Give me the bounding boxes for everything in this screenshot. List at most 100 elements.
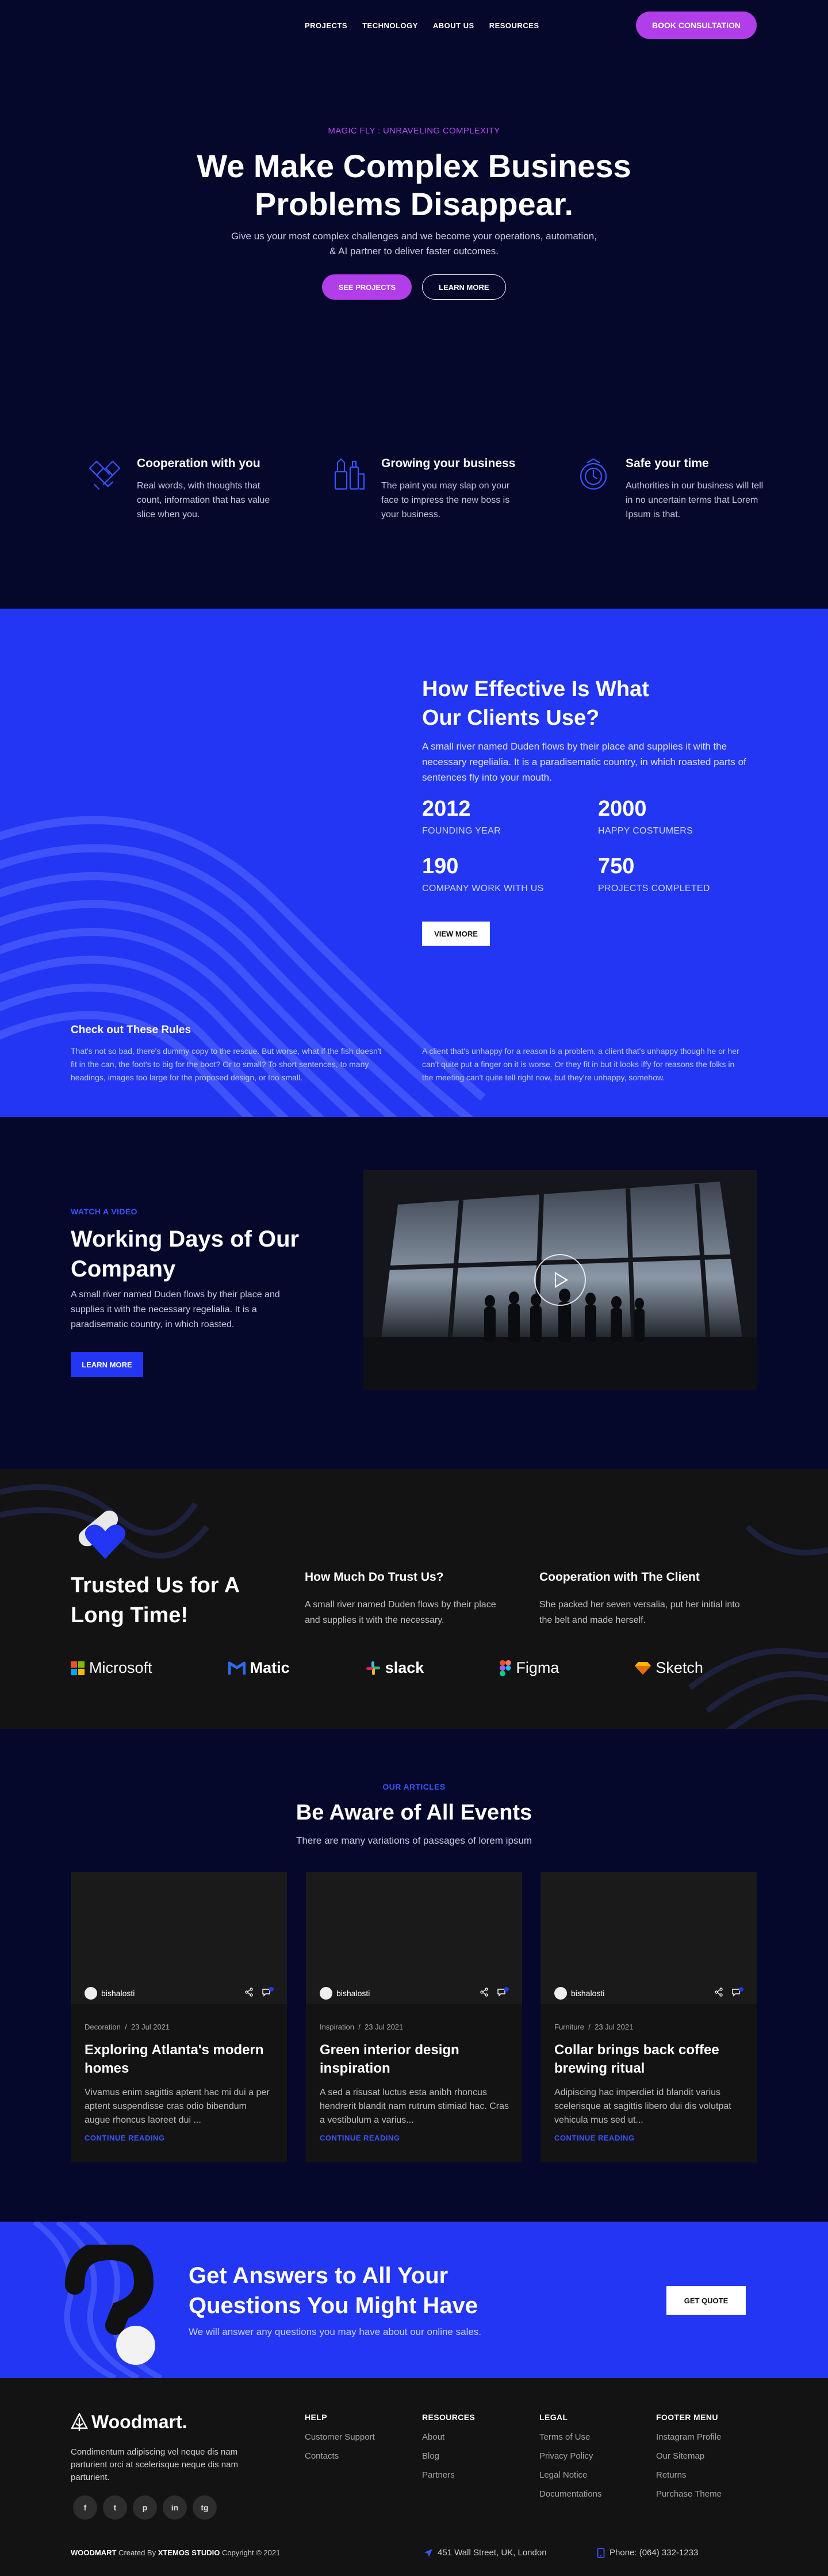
slack-icon [366,1661,380,1675]
copyright: WOODMART Created By XTEMOS STUDIO Copyri… [71,2548,280,2557]
author-name: bishalosti [336,1989,370,1998]
footer-link[interactable]: About [422,2432,475,2442]
nav-link-technology[interactable]: TECHNOLOGY [362,21,418,30]
footer-link[interactable]: Instagram Profile [656,2432,722,2442]
author-name: bishalosti [101,1989,135,1998]
view-more-button[interactable]: VIEW MORE [422,922,490,946]
footer-link[interactable]: Purchase Theme [656,2489,722,2499]
footer-link[interactable]: Documentations [539,2489,601,2499]
linkedin-icon[interactable]: in [163,2495,187,2520]
footer-link[interactable]: Blog [422,2451,475,2461]
phone-text[interactable]: Phone: (064) 332-1233 [610,2548,698,2558]
footer-link[interactable]: Our Sitemap [656,2451,722,2461]
article-card[interactable]: bishalosti Decoration / 23 Jul 2021 Expl… [71,1872,287,2162]
share-icon[interactable] [244,1988,254,1997]
trust-title: Trusted Us for A Long Time! [71,1573,239,1627]
continue-reading-link[interactable]: CONTINUE READING [85,2134,164,2142]
cta-subtitle: We will answer any questions you may hav… [189,2326,482,2337]
stat-item: 750 PROJECTS COMPLETED [598,854,759,894]
article-card[interactable]: bishalosti Inspiration / 23 Jul 2021 Gre… [306,1872,522,2162]
article-image [540,1872,757,2004]
footer-link[interactable]: Legal Notice [539,2470,601,2480]
footer-logo[interactable]: Woodmart. [71,2411,187,2433]
article-title[interactable]: Exploring Atlanta's modern homes [85,2041,274,2078]
article-category[interactable]: Inspiration [320,2023,354,2031]
continue-reading-link[interactable]: CONTINUE READING [554,2134,634,2142]
article-author: bishalosti [554,1987,604,2000]
footer-link[interactable]: Contacts [305,2451,375,2461]
stat-value: 190 [422,854,459,878]
stats-title: How Effective Is What Our Clients Use? [422,677,649,730]
stat-label: COMPANY WORK WITH US [422,884,544,893]
microsoft-logo: Microsoft [71,1659,152,1677]
footer-column-title: RESOURCES [422,2413,476,2422]
feature-item: Cooperation with you Real words, with th… [86,457,276,522]
comment-icon[interactable] [731,1987,744,1997]
navigation-arrow-icon [424,2548,432,2557]
footer-link[interactable]: Partners [422,2470,475,2480]
book-consultation-button[interactable]: BOOK CONSULTATION [636,12,757,39]
feature-text: Real words, with thoughts that count, in… [137,481,270,519]
play-icon [554,1272,569,1288]
twitter-icon[interactable]: t [103,2495,127,2520]
comment-icon[interactable] [262,1987,274,1997]
article-meta: Inspiration / 23 Jul 2021 [320,2023,404,2031]
telegram-icon[interactable]: tg [193,2495,217,2520]
continue-reading-link[interactable]: CONTINUE READING [320,2134,400,2142]
video-player[interactable] [363,1170,757,1390]
pinterest-icon[interactable]: p [133,2495,157,2520]
nav-link-projects[interactable]: PROJECTS [305,21,347,30]
copyright-mid: Created By [116,2548,158,2557]
video-learn-more-button[interactable]: LEARN MORE [71,1352,143,1377]
comment-icon[interactable] [497,1987,509,1997]
page: PROJECTS TECHNOLOGY ABOUT US RESOURCES B… [0,0,828,2576]
trust-column: Cooperation with The Client She packed h… [539,1570,741,1628]
article-category[interactable]: Furniture [554,2023,584,2031]
address-text: 451 Wall Street, UK, London [438,2548,547,2558]
article-author: bishalosti [320,1987,370,2000]
footer-link[interactable]: Terms of Use [539,2432,601,2442]
hero-eyebrow: MAGIC FLY : UNRAVELING COMPLEXITY [328,126,500,136]
phone-icon [597,2547,605,2558]
client-logos: Microsoft Matic slack Figma Sketch [71,1659,703,1677]
article-actions [480,1987,509,1997]
article-excerpt: Adipiscing hac imperdiet id blandit vari… [554,2088,731,2125]
nav-link-about-us[interactable]: ABOUT US [433,21,474,30]
sketch-icon [635,1661,651,1675]
microsoft-icon [71,1661,85,1675]
footer-column-legal: LEGAL Terms of Use Privacy Policy Legal … [539,2413,601,2508]
stats-description: A small river named Duden flows by their… [422,741,746,783]
stat-value: 2000 [598,797,647,821]
nav-links: PROJECTS TECHNOLOGY ABOUT US RESOURCES [305,21,539,30]
play-button[interactable] [534,1254,586,1306]
stat-item: 2000 HAPPY COSTUMERS [598,796,759,836]
stat-value: 750 [598,854,635,878]
copyright-studio[interactable]: XTEMOS STUDIO [158,2548,220,2557]
get-quote-button[interactable]: GET QUOTE [666,2286,746,2315]
learn-more-button[interactable]: LEARN MORE [422,274,506,300]
article-title[interactable]: Green interior design inspiration [320,2041,509,2078]
footer-link[interactable]: Customer Support [305,2432,375,2442]
footer-link[interactable]: Privacy Policy [539,2451,601,2461]
footer-link[interactable]: Returns [656,2470,722,2480]
stat-item: 190 COMPANY WORK WITH US [422,854,583,894]
see-projects-button[interactable]: SEE PROJECTS [322,274,412,300]
article-title[interactable]: Collar brings back coffee brewing ritual [554,2041,744,2078]
footer-logo-text: Woodmart. [91,2411,187,2432]
stat-label: PROJECTS COMPLETED [598,884,710,893]
nav-link-resources[interactable]: RESOURCES [489,21,539,30]
feature-item: Safe your time Authorities in our busine… [575,457,765,522]
facebook-icon[interactable]: f [73,2495,97,2520]
article-actions [244,1987,274,1997]
feature-title: Cooperation with you [137,457,260,470]
share-icon[interactable] [480,1988,489,1997]
video-title: Working Days of Our Company [71,1226,300,1282]
article-category[interactable]: Decoration [85,2023,121,2031]
hero-title: We Make Complex Business Problems Disapp… [197,148,631,222]
share-icon[interactable] [714,1988,723,1997]
video-description: A small river named Duden flows by their… [71,1290,280,1329]
cta-title: Get Answers to All Your Questions You Mi… [189,2263,478,2318]
article-card[interactable]: bishalosti Furniture / 23 Jul 2021 Colla… [540,1872,757,2162]
hero-buttons: SEE PROJECTS LEARN MORE [0,274,828,300]
feature-item: Growing your business The paint you may … [331,457,520,522]
